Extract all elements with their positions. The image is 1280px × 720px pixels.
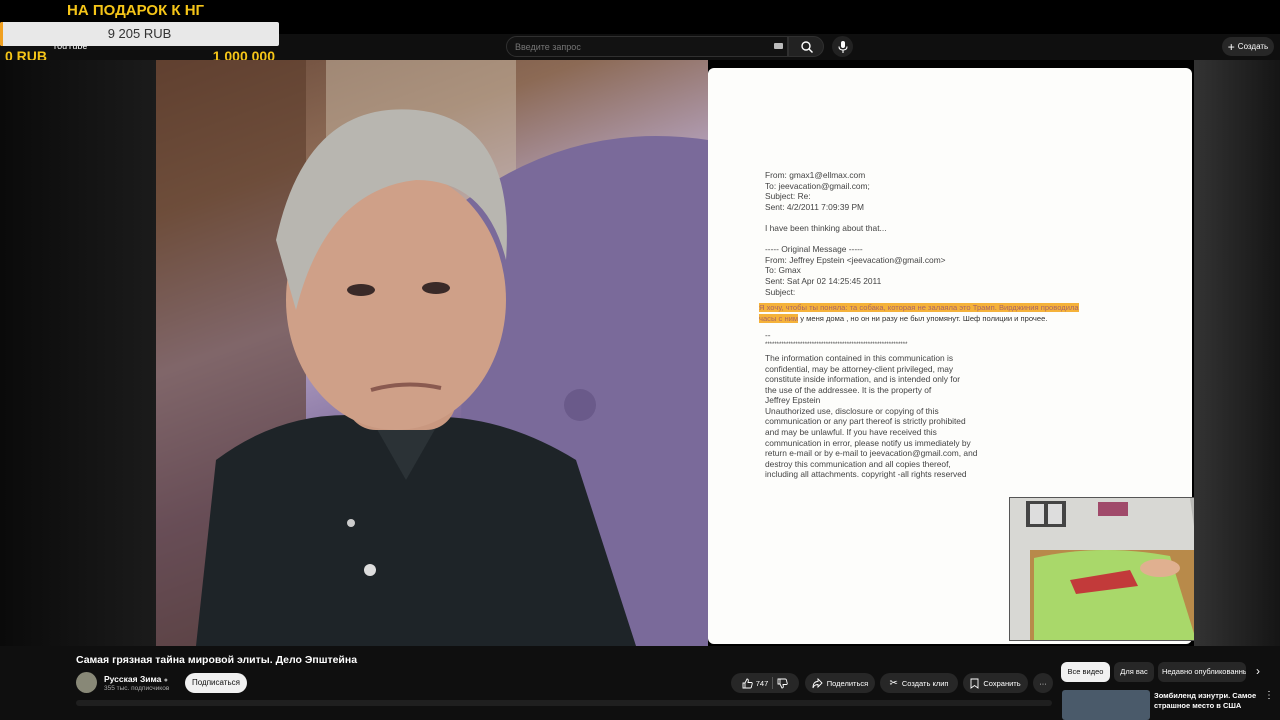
disclaimer-line: The information contained in this commun… bbox=[765, 352, 954, 363]
highlighted-quote-2: часы с ним bbox=[759, 313, 799, 323]
bookmark-icon bbox=[970, 678, 979, 689]
email-line: ----- Original Message ----- bbox=[765, 244, 863, 255]
search-button[interactable] bbox=[788, 36, 824, 57]
disclaimer-line: Jeffrey Epstein bbox=[765, 395, 821, 406]
scissors-icon: ✂ bbox=[889, 677, 898, 689]
bedroom-image bbox=[1010, 498, 1194, 640]
share-label: Поделиться bbox=[826, 678, 869, 688]
recommendation-menu-icon[interactable]: ⋮ bbox=[1264, 690, 1274, 701]
description-preview[interactable] bbox=[76, 700, 1052, 706]
chip-for-you[interactable]: Для вас bbox=[1114, 662, 1154, 682]
verified-icon: ● bbox=[163, 677, 169, 684]
save-button[interactable]: Сохранить bbox=[963, 673, 1028, 693]
clip-button[interactable]: ✂ Создать клип bbox=[880, 673, 958, 693]
like-dislike-group: 747 bbox=[731, 673, 799, 693]
like-count: 747 bbox=[755, 678, 769, 688]
subscriber-count: 355 тыс. подписчиков bbox=[104, 685, 170, 692]
subscribe-button[interactable]: Подписаться bbox=[185, 673, 247, 693]
save-label: Сохранить bbox=[983, 678, 1021, 688]
donation-amount: 9 205 RUB bbox=[107, 26, 172, 41]
voice-search-button[interactable] bbox=[832, 36, 853, 57]
disclaimer-line: confidential, may be attorney-client pri… bbox=[765, 363, 954, 374]
disclaimer-line: and may be unlawful. If you have receive… bbox=[765, 427, 937, 438]
recommendation-thumbnail[interactable] bbox=[1062, 690, 1150, 720]
disclaimer-line: communication in error, please notify us… bbox=[765, 437, 971, 448]
search-icon bbox=[801, 41, 813, 53]
microphone-icon bbox=[837, 40, 848, 53]
webcam-inset bbox=[1009, 497, 1194, 641]
search-input[interactable] bbox=[507, 37, 755, 57]
email-line: Subject: Re: bbox=[765, 191, 811, 202]
separator-long: ****************************************… bbox=[765, 341, 908, 348]
highlighted-quote-1: Я хочу, чтобы ты поняла: та собака, кото… bbox=[759, 303, 1079, 313]
disclaimer-line: return e-mail or by e-mail to jeevacatio… bbox=[765, 448, 978, 459]
more-actions-button[interactable]: ··· bbox=[1033, 673, 1053, 693]
donation-progress-bar: 9 205 RUB bbox=[0, 22, 279, 46]
disclaimer-line: including all attachments. copyright -al… bbox=[765, 469, 967, 480]
email-line: Sent: Sat Apr 02 14:25:45 2011 bbox=[765, 275, 882, 286]
disclaimer-line: communication or any part thereof is str… bbox=[765, 416, 966, 427]
donation-title: НА ПОДАРОК К НГ bbox=[67, 2, 205, 19]
chevron-right-icon[interactable]: › bbox=[1256, 664, 1260, 678]
separator-short: -- bbox=[765, 330, 771, 341]
email-line: To: Gmax bbox=[765, 265, 801, 276]
channel-name-text: Русская Зима bbox=[104, 674, 162, 684]
plus-icon: + bbox=[1227, 39, 1235, 54]
ambient-left bbox=[0, 60, 156, 646]
email-line: Sent: 4/2/2011 7:09:39 PM bbox=[765, 201, 865, 212]
video-title: Самая грязная тайна мировой элиты. Дело … bbox=[76, 654, 358, 666]
thumbs-down-icon[interactable] bbox=[777, 678, 788, 689]
share-button[interactable]: Поделиться bbox=[805, 673, 875, 693]
chip-all-videos[interactable]: Все видео bbox=[1061, 662, 1110, 682]
disclaimer-line: Unauthorized use, disclosure or copying … bbox=[765, 405, 939, 416]
thumbs-up-icon bbox=[742, 678, 753, 688]
create-label: Создать bbox=[1237, 42, 1269, 51]
email-text: From: gmax1@ellmax.com To: jeevacation@g… bbox=[759, 170, 1145, 480]
clip-label: Создать клип bbox=[901, 678, 949, 688]
video-player[interactable]: From: gmax1@ellmax.com To: jeevacation@g… bbox=[156, 60, 1194, 646]
quote-rest: у меня дома , но он ни разу не был упомя… bbox=[798, 313, 1048, 323]
video-frame-photo bbox=[156, 60, 708, 646]
channel-name[interactable]: Русская Зима ● bbox=[104, 674, 168, 684]
disclaimer-line: constitute inside information, and is in… bbox=[765, 374, 961, 385]
share-icon bbox=[812, 677, 823, 688]
email-line: I have been thinking about that... bbox=[765, 222, 887, 233]
search-box[interactable] bbox=[506, 36, 788, 57]
email-line: Subject: bbox=[765, 286, 796, 297]
disclaimer-line: destroy this communication and all copie… bbox=[765, 458, 951, 469]
disclaimer-line: the use of the addressee. It is the prop… bbox=[765, 384, 932, 395]
like-button[interactable]: 747 bbox=[742, 678, 769, 689]
man-portrait-image bbox=[156, 60, 708, 646]
email-line: From: Jeffrey Epstein <jeevacation@gmail… bbox=[765, 254, 946, 265]
email-line: From: gmax1@ellmax.com bbox=[765, 170, 866, 180]
channel-avatar[interactable] bbox=[76, 672, 97, 693]
create-button[interactable]: + Создать bbox=[1222, 37, 1274, 56]
ambient-right bbox=[1194, 60, 1280, 646]
recommendation-title[interactable]: Зомбиленд изнутри. Самое страшное место … bbox=[1154, 691, 1258, 711]
chip-recently-published[interactable]: Недавно опубликованные bbox=[1158, 662, 1246, 682]
email-line: To: jeevacation@gmail.com; bbox=[765, 180, 870, 191]
keyboard-icon[interactable] bbox=[774, 43, 783, 49]
